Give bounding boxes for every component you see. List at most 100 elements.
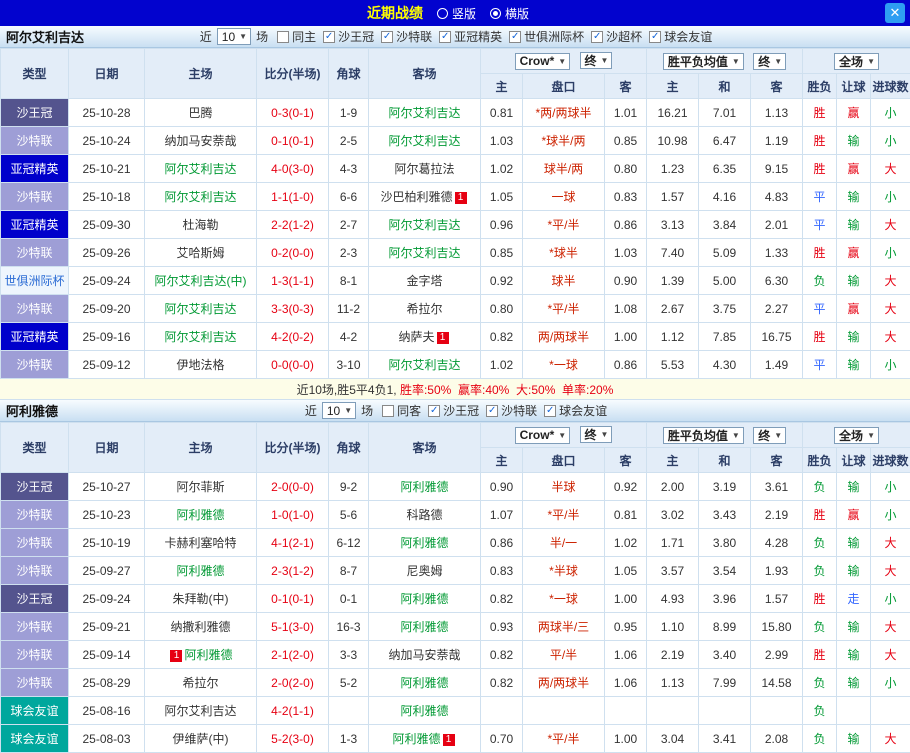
asia-odds-time-select[interactable]: 终▼ — [580, 52, 613, 69]
title-bar: 近期战绩 竖版 横版 ✕ — [0, 0, 910, 26]
home-team-name: 纳撒利雅德 — [170, 620, 230, 634]
filter-checkbox-球会友谊[interactable]: ✓球会友谊 — [544, 402, 607, 419]
filter-checkbox-亚冠精英[interactable]: ✓亚冠精英 — [439, 28, 502, 45]
euro-odds-time-select[interactable]: 终▼ — [753, 53, 786, 70]
euro-home-avg: 3.04 — [647, 725, 699, 753]
close-icon[interactable]: ✕ — [885, 3, 905, 23]
filter-checkbox-沙特联[interactable]: ✓沙特联 — [381, 28, 432, 45]
chevron-down-icon: ▼ — [732, 57, 740, 66]
radio-icon[interactable] — [437, 8, 448, 19]
asia-away-odds: 1.02 — [605, 529, 647, 557]
league-filter-group: 同主✓沙王冠✓沙特联✓亚冠精英✓世俱洲际杯✓沙超杯✓球会友谊 — [270, 28, 712, 45]
away-team: 阿尔葛拉法 — [369, 155, 481, 183]
filter-checkbox-世俱洲际杯[interactable]: ✓世俱洲际杯 — [509, 28, 584, 45]
corner-score: 5-6 — [329, 501, 369, 529]
score: 0-1(0-1) — [257, 585, 329, 613]
euro-home-avg: 3.13 — [647, 211, 699, 239]
asia-away-odds: 1.00 — [605, 585, 647, 613]
result-goals: 小 — [871, 351, 910, 379]
home-team-name: 阿利雅德 — [184, 648, 232, 662]
match-date: 25-10-23 — [69, 501, 145, 529]
euro-away-avg: 3.61 — [751, 473, 803, 501]
result-goals: 大 — [871, 613, 910, 641]
euro-odds-select[interactable]: 胜平负均值▼ — [663, 53, 744, 70]
checkbox-checked-icon[interactable]: ✓ — [428, 405, 440, 417]
asia-odds-time-select[interactable]: 终▼ — [580, 426, 613, 443]
result-wdl: 胜 — [803, 127, 837, 155]
filter-checkbox-沙超杯[interactable]: ✓沙超杯 — [591, 28, 642, 45]
asia-odds-time-value: 终 — [585, 426, 597, 443]
euro-odds-time-select[interactable]: 终▼ — [753, 427, 786, 444]
radio-selected-icon[interactable] — [490, 8, 501, 19]
match-count-select[interactable]: 10 ▼ — [322, 402, 356, 419]
result-goals: 小 — [871, 585, 910, 613]
checkbox-label: 沙特联 — [501, 402, 537, 419]
asia-handicap: *平/半 — [523, 211, 605, 239]
team-title: 阿利雅德 — [6, 401, 58, 420]
match-row: 沙特联25-09-141阿利雅德2-1(2-0)3-3纳加马安萘哉0.82平/半… — [1, 641, 910, 669]
euro-home-avg: 2.00 — [647, 473, 699, 501]
asia-handicap: 半/一 — [523, 529, 605, 557]
chevron-down-icon: ▼ — [601, 56, 609, 65]
league-type: 球会友谊 — [1, 697, 69, 725]
filter-checkbox-沙王冠[interactable]: ✓沙王冠 — [323, 28, 374, 45]
match-row: 沙特联25-10-24纳加马安萘哉0-1(0-1)2-5阿尔艾利吉达1.03*球… — [1, 127, 910, 155]
away-team-name: 阿利雅德 — [400, 480, 448, 494]
chevron-down-icon: ▼ — [774, 431, 782, 440]
checkbox-label: 世俱洲际杯 — [524, 28, 584, 45]
result-handicap: 输 — [837, 127, 871, 155]
match-count-select[interactable]: 10 ▼ — [217, 28, 251, 45]
checkbox-checked-icon[interactable]: ✓ — [381, 31, 393, 43]
asia-odds-group-header: Crow*▼ 终▼ — [481, 49, 647, 74]
euro-draw-avg: 8.99 — [699, 613, 751, 641]
away-team: 纳加马安萘哉 — [369, 641, 481, 669]
layout-radio-horizontal[interactable]: 横版 — [490, 5, 529, 22]
filter-checkbox-同主[interactable]: 同主 — [277, 28, 316, 45]
corner-score: 2-3 — [329, 239, 369, 267]
euro-away-avg: 1.19 — [751, 127, 803, 155]
league-type: 亚冠精英 — [1, 211, 69, 239]
matches-body-2: 沙王冠25-10-27阿尔菲斯2-0(0-0)9-2阿利雅德0.90半球0.92… — [1, 473, 910, 753]
asia-away-odds: 0.92 — [605, 473, 647, 501]
result-wdl: 负 — [803, 725, 837, 753]
layout-radio-vertical[interactable]: 竖版 — [437, 5, 476, 22]
near-label: 近 — [200, 28, 212, 45]
euro-draw-avg: 7.01 — [699, 99, 751, 127]
subcol-euro-away: 客 — [751, 448, 803, 473]
checkbox-checked-icon[interactable]: ✓ — [486, 405, 498, 417]
checkbox-icon[interactable] — [277, 31, 289, 43]
checkbox-label: 沙特联 — [396, 28, 432, 45]
chevron-down-icon: ▼ — [774, 57, 782, 66]
away-team: 阿利雅德 — [369, 697, 481, 725]
checkbox-checked-icon[interactable]: ✓ — [509, 31, 521, 43]
checkbox-checked-icon[interactable]: ✓ — [544, 405, 556, 417]
asia-handicap: *一球 — [523, 351, 605, 379]
checkbox-icon[interactable] — [382, 405, 394, 417]
away-team-name: 阿利雅德 — [400, 536, 448, 550]
scope-select[interactable]: 全场▼ — [834, 53, 879, 70]
result-handicap: 输 — [837, 669, 871, 697]
result-handicap: 输 — [837, 473, 871, 501]
result-goals — [871, 697, 910, 725]
stat-segment: 单率:20% — [555, 381, 613, 398]
filter-checkbox-沙王冠[interactable]: ✓沙王冠 — [428, 402, 479, 419]
euro-draw-avg: 3.84 — [699, 211, 751, 239]
filter-checkbox-球会友谊[interactable]: ✓球会友谊 — [649, 28, 712, 45]
euro-odds-select[interactable]: 胜平负均值▼ — [663, 427, 744, 444]
away-team-name: 阿尔葛拉法 — [394, 162, 454, 176]
bookmaker-select[interactable]: Crow*▼ — [515, 427, 571, 444]
scope-select[interactable]: 全场▼ — [834, 427, 879, 444]
league-type: 沙特联 — [1, 641, 69, 669]
euro-odds-time-value: 终 — [758, 427, 770, 444]
home-team-name: 阿尔艾利吉达 — [164, 162, 236, 176]
result-handicap: 赢 — [837, 155, 871, 183]
filter-checkbox-沙特联[interactable]: ✓沙特联 — [486, 402, 537, 419]
checkbox-checked-icon[interactable]: ✓ — [591, 31, 603, 43]
euro-away-avg — [751, 697, 803, 725]
checkbox-checked-icon[interactable]: ✓ — [439, 31, 451, 43]
checkbox-checked-icon[interactable]: ✓ — [649, 31, 661, 43]
euro-draw-avg — [699, 697, 751, 725]
bookmaker-select[interactable]: Crow*▼ — [515, 53, 571, 70]
filter-checkbox-同客[interactable]: 同客 — [382, 402, 421, 419]
checkbox-checked-icon[interactable]: ✓ — [323, 31, 335, 43]
